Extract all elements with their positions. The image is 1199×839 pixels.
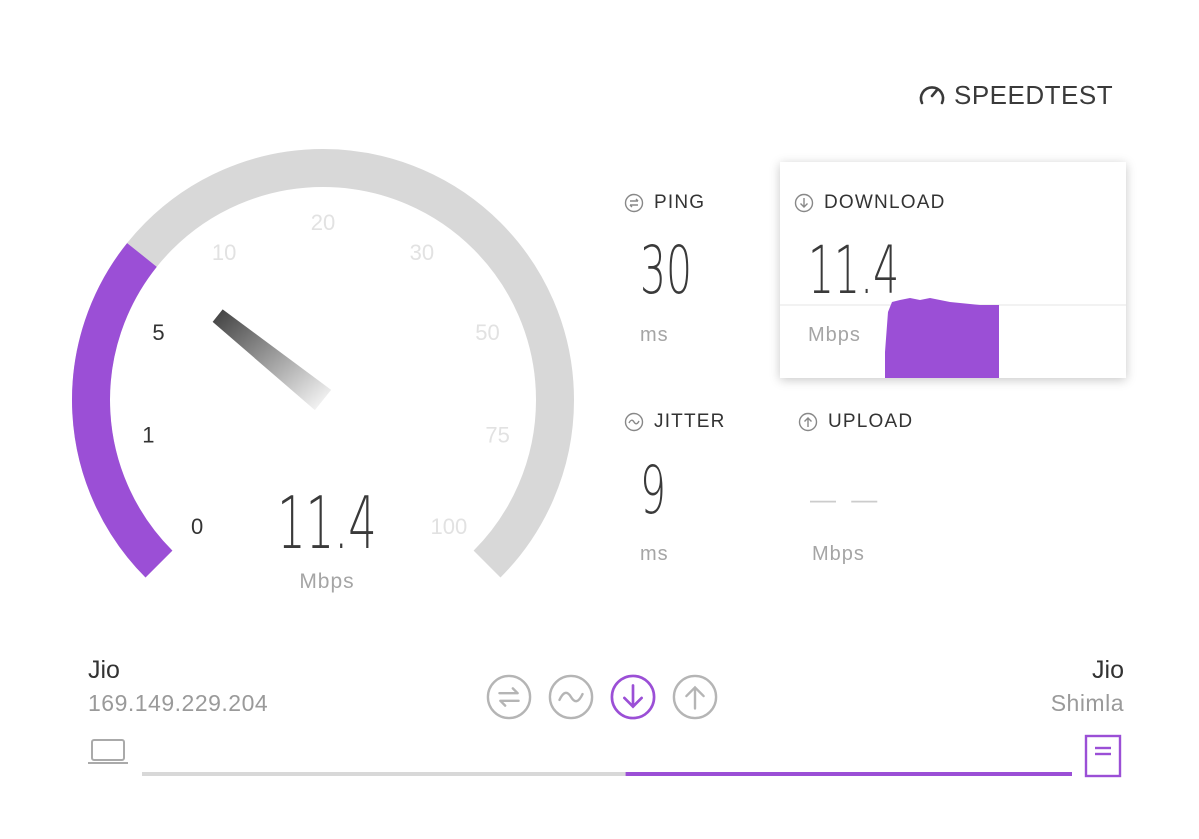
laptop-icon bbox=[88, 739, 128, 764]
jitter-icon bbox=[624, 412, 644, 432]
client-ip: 169.149.229.204 bbox=[88, 690, 269, 716]
upload-icon bbox=[798, 412, 818, 432]
server-icon bbox=[1084, 734, 1122, 778]
download-phase-button[interactable] bbox=[610, 674, 656, 720]
jitter-icon bbox=[548, 674, 594, 720]
upload-phase-button[interactable] bbox=[672, 674, 718, 720]
gauge-tick-label: 1 bbox=[142, 423, 154, 448]
download-icon bbox=[794, 193, 814, 213]
ping-unit: ms bbox=[640, 324, 669, 346]
jitter-unit: ms bbox=[640, 543, 669, 565]
speedtest-logo: SPEEDTEST bbox=[918, 80, 1113, 110]
gauge-tick-label: 20 bbox=[311, 210, 335, 235]
speedometer-icon bbox=[919, 86, 945, 105]
gauge-tick-label: 30 bbox=[410, 240, 434, 265]
phase-indicators bbox=[486, 674, 718, 720]
upload-label: UPLOAD bbox=[798, 411, 913, 433]
jitter-value: 9 bbox=[640, 452, 667, 529]
ping-icon bbox=[624, 193, 644, 213]
gauge-tick-label: 5 bbox=[152, 320, 164, 345]
download-icon bbox=[610, 674, 656, 720]
ping-icon bbox=[486, 674, 532, 720]
gauge-tick-label: 75 bbox=[485, 423, 509, 448]
ping-label-text: PING bbox=[654, 192, 706, 213]
upload-value: — — bbox=[810, 484, 882, 514]
upload-label-text: UPLOAD bbox=[828, 411, 914, 432]
jitter-label: JITTER bbox=[624, 411, 726, 433]
jitter-phase-button[interactable] bbox=[548, 674, 594, 720]
speed-gauge: 0 1 5 10 20 30 50 75 100 11.4 Mbps bbox=[72, 149, 574, 593]
gauge-speed-value: 11.4 bbox=[277, 482, 376, 566]
gauge-tick-label: 10 bbox=[212, 240, 236, 265]
download-value: 11.4 bbox=[808, 232, 900, 309]
ping-label: PING bbox=[624, 192, 705, 214]
upload-icon bbox=[672, 674, 718, 720]
gauge-progress-arc bbox=[72, 243, 173, 578]
upload-unit: Mbps bbox=[812, 543, 865, 565]
server-location: Shimla bbox=[1050, 690, 1124, 716]
brand-name: SPEEDTEST bbox=[954, 79, 1114, 110]
ping-phase-button[interactable] bbox=[486, 674, 532, 720]
ping-value: 30 bbox=[640, 232, 693, 309]
client-isp: Jio bbox=[88, 656, 120, 684]
gauge-needle bbox=[212, 309, 332, 411]
gauge-tick-label: 50 bbox=[475, 320, 499, 345]
download-card: DOWNLOAD 11.4 Mbps bbox=[780, 162, 1126, 378]
server-isp: Jio bbox=[1092, 656, 1124, 684]
gauge-tick-label: 0 bbox=[191, 514, 203, 539]
gauge-speed-unit: Mbps bbox=[299, 570, 354, 593]
download-label: DOWNLOAD bbox=[794, 192, 946, 214]
download-unit: Mbps bbox=[808, 324, 861, 346]
download-label-text: DOWNLOAD bbox=[824, 192, 946, 213]
test-progress bbox=[88, 734, 1122, 778]
jitter-label-text: JITTER bbox=[654, 411, 726, 432]
gauge-tick-label: 100 bbox=[431, 514, 468, 539]
